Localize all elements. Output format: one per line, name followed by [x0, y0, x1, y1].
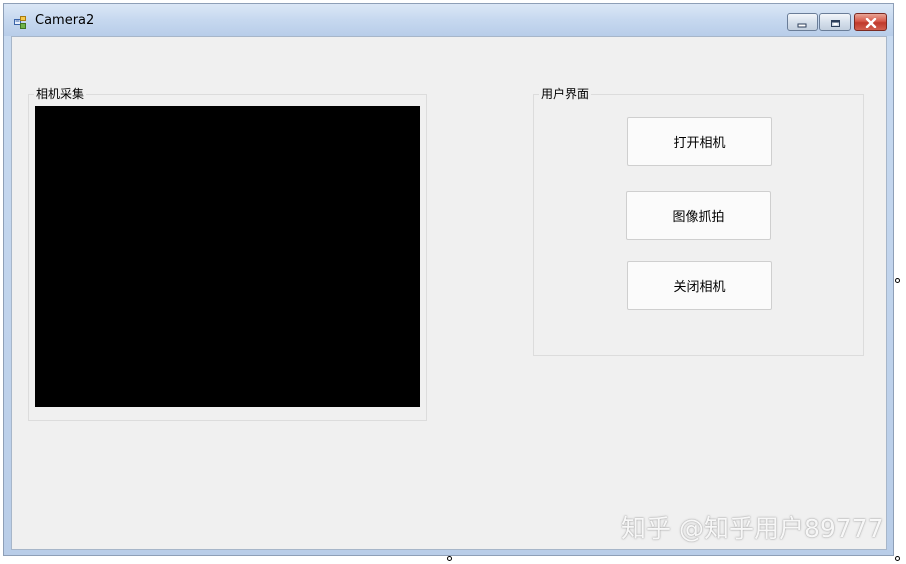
- resize-handle-bottom[interactable]: [447, 556, 452, 561]
- minimize-icon: [797, 13, 808, 32]
- minimize-button[interactable]: [787, 13, 818, 31]
- close-icon: [865, 13, 877, 32]
- camera-preview-box: [35, 106, 420, 407]
- watermark-text: 知乎 @知乎用户89777: [621, 514, 884, 543]
- close-camera-button[interactable]: 关闭相机: [627, 261, 772, 310]
- main-window: Camera2 相机采集 用户界面 打开相机 图像抓拍 关闭相机 知乎 @知乎用…: [3, 3, 894, 556]
- restore-button[interactable]: [819, 13, 851, 31]
- camera-group-label: 相机采集: [34, 86, 87, 102]
- capture-image-button[interactable]: 图像抓拍: [626, 191, 771, 240]
- restore-icon: [830, 13, 841, 32]
- user-interface-group: 用户界面 打开相机 图像抓拍 关闭相机: [533, 86, 864, 356]
- resize-handle-right[interactable]: [895, 278, 900, 283]
- camera-capture-group: 相机采集: [28, 86, 427, 421]
- title-bar[interactable]: Camera2: [4, 4, 893, 36]
- resize-handle-corner[interactable]: [895, 556, 900, 561]
- close-button[interactable]: [854, 13, 887, 31]
- app-forms-icon: [14, 14, 29, 29]
- form-client-area: 相机采集 用户界面 打开相机 图像抓拍 关闭相机 知乎 @知乎用户89777: [11, 36, 887, 550]
- window-title: Camera2: [35, 13, 95, 28]
- user-group-label: 用户界面: [539, 86, 592, 102]
- open-camera-button[interactable]: 打开相机: [627, 117, 772, 166]
